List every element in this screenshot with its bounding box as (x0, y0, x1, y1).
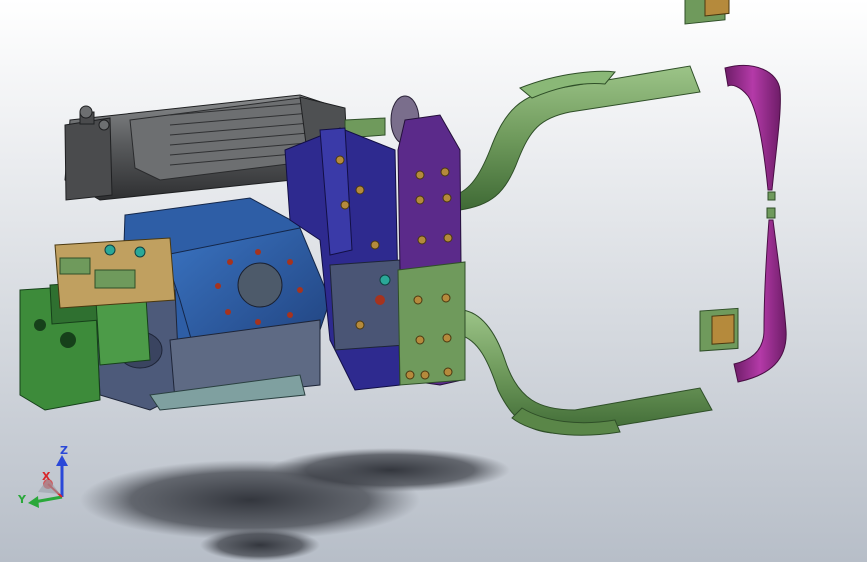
triad-y-label: Y (17, 493, 27, 506)
valve-manifold[interactable] (54, 237, 176, 309)
cad-viewport[interactable]: Z X Y (0, 0, 867, 562)
model-canvas[interactable]: Z X Y (0, 0, 867, 562)
triad-z-label: Z (60, 444, 68, 457)
clamp-body[interactable] (329, 259, 406, 351)
triad-x-label: X (42, 470, 51, 483)
